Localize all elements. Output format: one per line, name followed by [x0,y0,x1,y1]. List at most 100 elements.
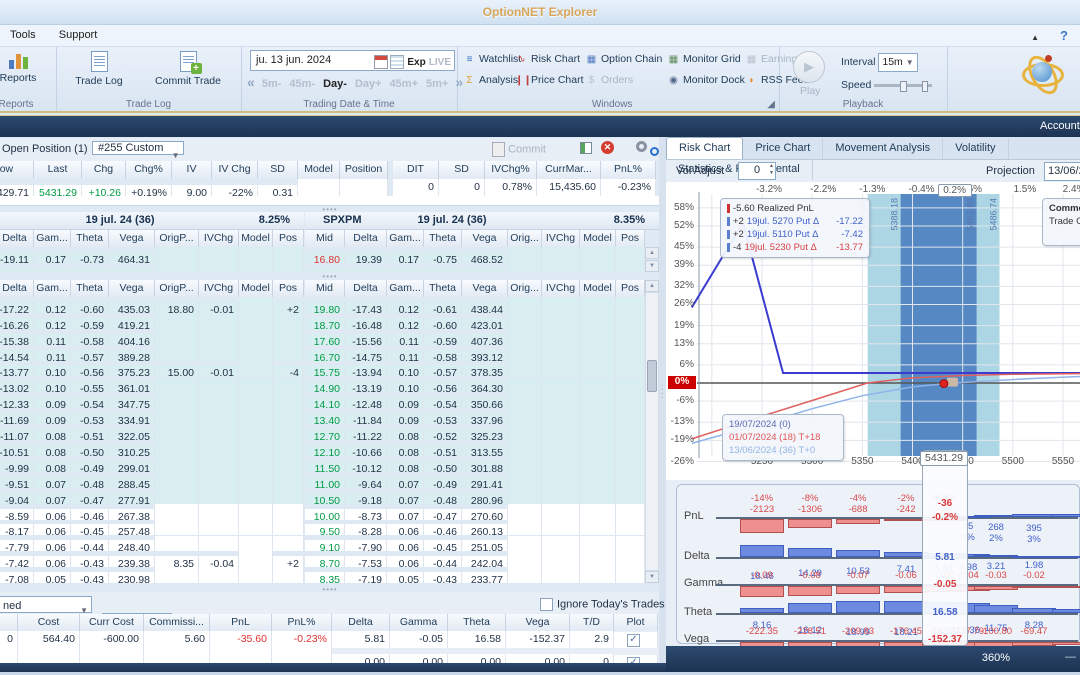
tab-movement-analysis[interactable]: Movement Analysis [823,138,944,159]
time-grid-icon[interactable] [390,55,405,70]
menu-tools[interactable]: Tools [0,25,46,45]
summary-right-row[interactable]: 0 0 0.78% 15,435.60 -0.23% [393,179,656,196]
gear-icon[interactable] [636,141,647,152]
trade-table-row[interactable]: 0 564.40 -600.00 5.60 -35.60 -0.23% 5.81 -0.05 1… [0,631,658,648]
chain-left-row[interactable]: -13.02 0.10 -0.55 361.01 [0,376,304,393]
time-nav-5m-[interactable]: 5m- [262,78,282,90]
chain-right-row[interactable]: 12.10 -10.66 0.08 -0.51 313.55 [305,440,645,456]
chain-right-row[interactable]: 9.50 -8.28 0.06 -0.46 260.13 [305,519,645,536]
chain-left-row[interactable]: -9.04 0.07 -0.47 277.91 [0,487,304,504]
window-button-watchlist[interactable]: ≡ Watchlist [463,53,522,65]
play-button[interactable]: ▶ [793,51,825,83]
zoom-out-icon[interactable]: — [1065,651,1076,663]
commit-trade-button[interactable]: + Commit Trade [142,51,234,87]
scrollbar-thumb[interactable] [647,360,657,392]
chain-left-row[interactable]: -9.99 0.08 -0.49 299.01 [0,456,304,472]
window-button-monitor-dock[interactable]: ◉ Monitor Dock [667,74,745,86]
chain-left-row[interactable]: -10.51 0.08 -0.50 310.25 [0,440,304,456]
chain-left-partial-row[interactable]: -20.090.18-0.78480.06 [0,263,304,272]
chain-left-row[interactable]: -9.51 0.07 -0.48 288.45 [0,471,304,488]
calendar-icon[interactable] [374,55,389,70]
chain-right-row[interactable]: 15.75 -13.94 0.10 -0.57 378.35 [305,360,645,377]
checkbox-icon[interactable] [540,598,553,611]
interval-select[interactable]: 15m ▼ [878,53,918,72]
chain-right-row[interactable]: 14.90 -13.19 0.10 -0.56 364.30 [305,376,645,393]
chain-left-row[interactable]: -16.26 0.12 -0.59 419.21 [0,312,304,329]
scroll-down-icon[interactable]: ▼ [645,260,659,272]
export-icon[interactable] [580,142,592,154]
chain-right-row[interactable]: 11.50 -10.12 0.08 -0.50 301.88 [305,456,645,472]
menu-support[interactable]: Support [49,25,108,45]
chain-right-row[interactable]: 19.80 -17.43 0.12 -0.61 438.44 [305,297,645,313]
chain-left-row[interactable]: -7.79 0.06 -0.44 248.40 [0,535,304,552]
window-button-monitor-grid[interactable]: ▦ Monitor Grid [667,53,741,65]
chain-left-row[interactable]: -14.54 0.11 -0.57 389.28 [0,344,304,361]
chain-right-row[interactable]: 10.50 -9.18 0.07 -0.48 280.96 [305,487,645,504]
ignore-trades-checkbox[interactable]: Ignore Today's Trades [540,598,665,611]
chain-right-row[interactable]: 17.60 -15.56 0.11 -0.59 407.36 [305,328,645,345]
window-button-price-chart[interactable]: ❙❙Price Chart [515,74,584,86]
chain-left-row[interactable]: -11.69 0.09 -0.53 334.91 [0,408,304,425]
current-price-dot[interactable] [939,379,949,389]
tab-risk-chart[interactable]: Risk Chart [666,137,744,159]
chain-right-partial-row[interactable]: 18.0021.390.18-0.80484.30 [305,263,645,272]
chain-right-row[interactable]: 9.10 -7.90 0.06 -0.45 251.05 [305,535,645,552]
time-nav-Day-[interactable]: Day- [323,78,347,90]
tab-volatility[interactable]: Volatility [943,138,1009,159]
chain-right-row[interactable]: 18.70 -16.48 0.12 -0.60 423.01 [305,312,645,329]
current-price-box[interactable]: 5431.29 [920,451,968,466]
collapse-ribbon-icon[interactable]: ▲ [1031,33,1039,42]
chain-left-row[interactable]: -15.38 0.11 -0.58 404.16 [0,328,304,345]
chain-left-row[interactable]: -11.07 0.08 -0.51 322.05 [0,424,304,441]
trade-log-button[interactable]: Trade Log [64,51,134,87]
reports-button[interactable]: Reports [0,51,48,84]
help-icon[interactable]: ? [1060,28,1068,43]
scrollbar-track[interactable] [645,292,659,571]
chain-right-row[interactable]: 11.00 -9.64 0.07 -0.49 291.41 [305,471,645,488]
chain-left-row[interactable]: -7.08 0.05 -0.43 230.98 [0,567,304,584]
commit-button[interactable]: Commit [492,142,546,157]
window-button-risk-chart[interactable]: ∿ Risk Chart [515,53,580,65]
scroll-up-icon[interactable]: ▲ [645,280,659,292]
rewind-icon[interactable]: « [247,74,255,90]
chain-left-row[interactable]: -13.77 0.10 -0.56 375.23 15.00 -0.01 -4 [0,360,304,377]
plot-checkbox[interactable]: ✓ [627,634,640,647]
chain-right-row[interactable]: 14.10 -12.48 0.09 -0.54 350.66 [305,392,645,409]
chain-left-pinned-row[interactable]: -19.11 0.17 -0.73 464.31 [0,247,304,263]
projection-date-field[interactable]: 13/06/2024 [1044,162,1080,181]
strategy-select[interactable]: ned ▼ [0,596,92,615]
chain-right-row[interactable]: 10.00 -8.73 0.07 -0.47 270.60 [305,503,645,520]
chain-right-row[interactable]: 13.40 -11.84 0.09 -0.53 337.96 [305,408,645,425]
window-button-option-chain[interactable]: ▦ Option Chain [585,53,663,65]
chain-right-row[interactable]: 8.35 -7.19 0.05 -0.43 233.77 [305,567,645,584]
summary-left-row[interactable]: 5,429.715431.29+10.26+0.19%9.00-22%0.31 [0,179,388,196]
vol-adjust-spinner[interactable]: 0 ▲ ▼ [738,162,776,180]
delete-icon[interactable]: ✕ [601,141,614,154]
window-button-analysis[interactable]: Σ Analysis [463,74,518,86]
chain-left-row[interactable]: -7.42 0.06 -0.43 239.38 8.35 -0.04 +2 [0,551,304,568]
title-bar[interactable]: OptionNET Explorer [0,0,1080,25]
chain-left-row[interactable]: -12.33 0.09 -0.54 347.75 [0,392,304,409]
trading-date-input[interactable]: ju. 13 jun. 2024 Exp LIVE [250,50,455,71]
position-select[interactable]: #255 Custom ▼ [92,141,184,160]
scroll-down-icon[interactable]: ▼ [645,571,659,583]
time-nav-5m+[interactable]: 5m+ [426,78,448,90]
exp-label[interactable]: Exp [407,57,425,68]
tab-price-chart[interactable]: Price Chart [743,138,824,159]
chain-left-row[interactable]: -8.17 0.06 -0.45 257.48 [0,519,304,536]
chain-left-row[interactable]: -8.59 0.06 -0.46 267.38 [0,503,304,520]
scroll-up-icon[interactable]: ▲ [645,247,659,259]
speed-slider[interactable] [874,80,933,92]
search-icon[interactable] [649,146,659,156]
time-nav-Day+[interactable]: Day+ [355,78,382,90]
speed-slider-thumb[interactable] [900,80,908,92]
chain-right-row[interactable]: 8.70 -7.53 0.06 -0.44 242.04 [305,551,645,568]
chain-right-pinned-row[interactable]: 16.80 19.39 0.17 -0.75 468.52 [305,247,645,263]
time-nav-45m+[interactable]: 45m+ [390,78,418,90]
time-nav-45m-[interactable]: 45m- [289,78,315,90]
chain-right-row[interactable]: 12.70 -11.22 0.08 -0.52 325.23 [305,424,645,441]
chain-left-row[interactable]: -17.22 0.12 -0.60 435.03 18.80 -0.01 +2 [0,297,304,313]
chain-right-row[interactable]: 16.70 -14.75 0.11 -0.58 393.12 [305,344,645,361]
live-label[interactable]: LIVE [429,57,451,68]
comment-box[interactable]: Comment Trade O [1042,198,1080,246]
